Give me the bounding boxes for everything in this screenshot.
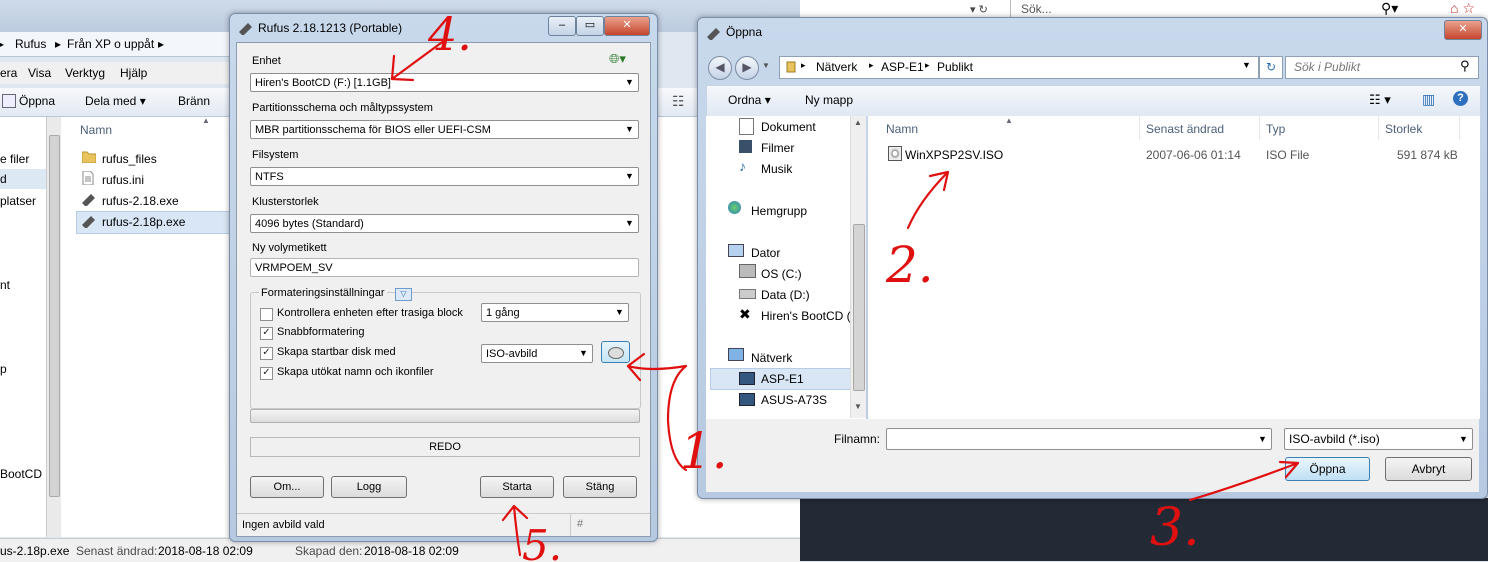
- annotation-2-label: 2.: [885, 236, 934, 294]
- arrow-3: [1188, 460, 1300, 502]
- annotation-4-label: 4.: [427, 7, 472, 61]
- arrow-2: [906, 170, 950, 230]
- annotation-layer: 4. 1. 2. 3. 5.: [390, 7, 1300, 561]
- annotation-1-label: 1.: [680, 422, 728, 480]
- annotation-3-label: 3.: [1150, 498, 1200, 558]
- annotation-5-label: 5.: [522, 521, 562, 561]
